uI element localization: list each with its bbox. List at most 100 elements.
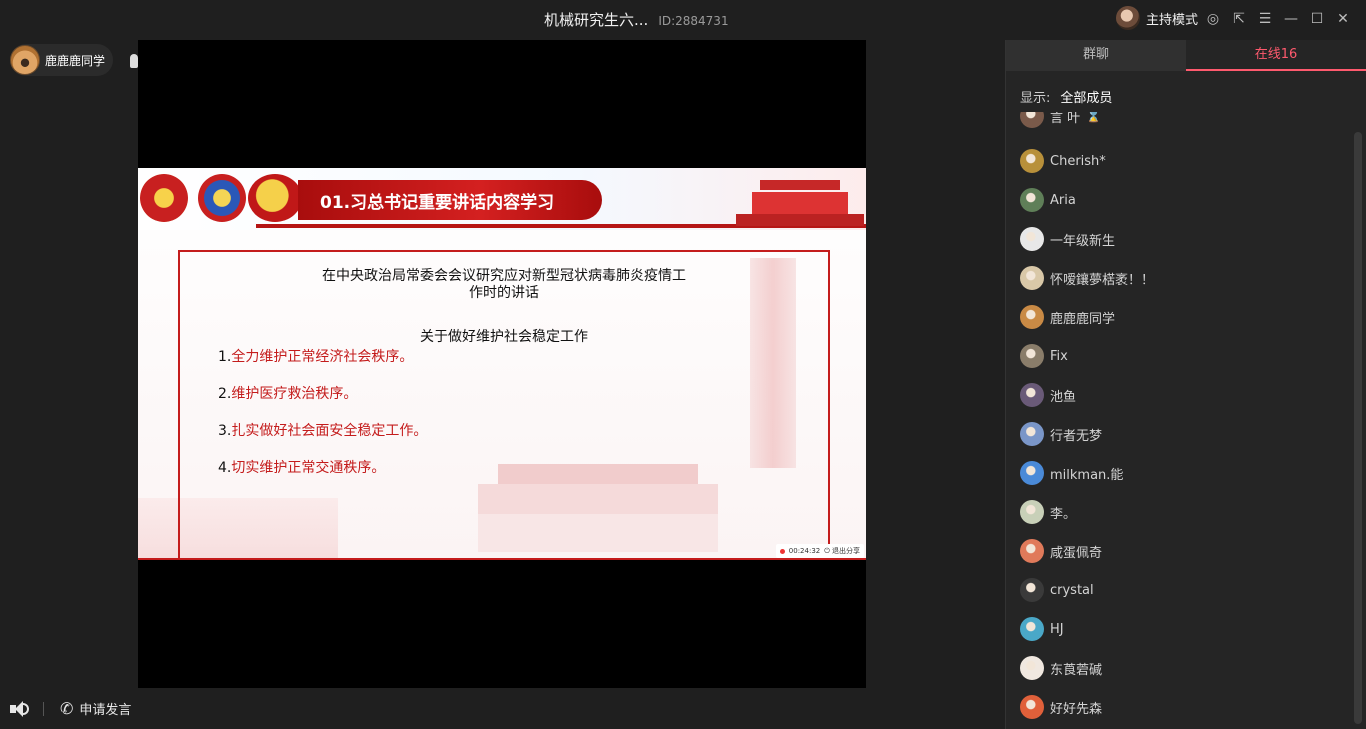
member-name: 东莨菪碱 <box>1050 662 1103 678</box>
cppcc-emblem-icon <box>198 174 246 222</box>
popout-icon[interactable]: ⇱ <box>1230 10 1248 28</box>
member-name: milkman.能 <box>1050 467 1124 483</box>
member-name: 好好先森 <box>1050 701 1103 717</box>
member-list-item[interactable]: HJ <box>1020 616 1064 642</box>
shared-slide: 01.习总书记重要讲话内容学习 在中央政治局常委会会议研究应对新型冠状病毒肺炎疫… <box>138 168 866 560</box>
exit-share-button[interactable]: ⏻ 退出分享 <box>824 546 860 556</box>
member-list: 言 叶 ⌛ Cherish* Aria 一年级新生怀嗳鑲夢楛袤！！ 鹿鹿鹿同学 Fix 池鱼行… <box>1020 112 1350 729</box>
minimize-icon[interactable]: — <box>1282 10 1300 28</box>
recording-dot-icon <box>779 548 785 554</box>
apply-to-speak-button[interactable]: ✆ 申请发言 <box>60 699 131 718</box>
current-speaker-chip[interactable]: 鹿鹿鹿同学 <box>10 44 114 76</box>
window-title-area: 机械研究生六... ID:2884731 <box>544 9 729 30</box>
mic-icon <box>130 53 138 68</box>
member-list-item[interactable]: 池鱼 <box>1020 382 1076 408</box>
member-list-item[interactable]: 一年级新生 <box>1020 226 1115 252</box>
member-list-item[interactable]: 怀嗳鑲夢楛袤！！ <box>1020 265 1154 291</box>
member-list-item[interactable]: crystal <box>1020 577 1094 603</box>
member-list-item[interactable]: 好好先森 <box>1020 694 1102 720</box>
window-controls: ◎ ⇱ ☰ — ☐ ✕ <box>1204 10 1352 28</box>
filter-label: 显示: <box>1020 91 1051 106</box>
tab-online-members[interactable]: 在线16 <box>1186 40 1366 71</box>
recording-time: 00:24:32 <box>788 547 821 555</box>
speaker-icon[interactable] <box>10 700 30 718</box>
slide-banner: 01.习总书记重要讲话内容学习 <box>298 180 602 220</box>
panel-tabs: 群聊 在线16 <box>1006 40 1366 71</box>
apply-to-speak-label: 申请发言 <box>79 703 132 718</box>
member-list-item[interactable]: 东莨菪碱 <box>1020 655 1102 681</box>
member-avatar <box>1020 500 1044 524</box>
member-avatar <box>1020 266 1044 290</box>
member-name: 一年级新生 <box>1050 233 1116 249</box>
member-list-item[interactable]: milkman.能 <box>1020 460 1123 486</box>
member-avatar <box>1020 344 1044 368</box>
party-emblem-icon <box>248 174 302 222</box>
member-name: 池鱼 <box>1050 389 1077 405</box>
slide-item: 2.维护医疗救治秩序。 <box>218 386 358 402</box>
toolbar-divider <box>43 702 44 716</box>
bottom-toolbar: ✆ 申请发言 <box>0 688 1005 729</box>
member-name: 咸蛋佩奇 <box>1050 545 1103 561</box>
menu-icon[interactable]: ☰ <box>1256 10 1274 28</box>
tab-group-chat[interactable]: 群聊 <box>1006 40 1186 71</box>
slide-subheading: 关于做好维护社会稳定工作 <box>420 329 588 345</box>
member-name: 鹿鹿鹿同学 <box>1050 311 1116 327</box>
side-panel: 群聊 在线16 显示: 全部成员 言 叶 ⌛ Cherish* Aria 一年级新生怀嗳… <box>1005 40 1366 729</box>
member-avatar <box>1020 383 1044 407</box>
member-list-item[interactable]: 行者无梦 <box>1020 421 1102 447</box>
member-list-item[interactable]: 言 叶 ⌛ <box>1020 112 1101 129</box>
slide-footer-line <box>138 558 866 560</box>
user-avatar <box>10 45 40 75</box>
current-speaker-name: 鹿鹿鹿同学 <box>45 53 106 68</box>
member-name: Fix <box>1050 348 1068 364</box>
host-mode-toggle[interactable]: 主持模式 <box>1116 6 1198 30</box>
member-name: 言 叶 <box>1050 112 1081 126</box>
member-list-item[interactable]: 鹿鹿鹿同学 <box>1020 304 1115 330</box>
tiananmen-icon <box>736 172 864 226</box>
maximize-icon[interactable]: ☐ <box>1308 10 1326 28</box>
member-name: Cherish* <box>1050 153 1106 169</box>
member-list-item[interactable]: Aria <box>1020 187 1076 213</box>
member-avatar <box>1020 539 1044 563</box>
slide-banner-text: 01.习总书记重要讲话内容学习 <box>320 192 555 213</box>
member-list-item[interactable]: Cherish* <box>1020 148 1106 174</box>
member-name: crystal <box>1050 582 1094 598</box>
slide-item: 3.扎实做好社会面安全稳定工作。 <box>218 423 428 439</box>
slide-heading: 在中央政治局常委会会议研究应对新型冠状病毒肺炎疫情工 作时的讲话 <box>178 268 830 302</box>
video-area: 01.习总书记重要讲话内容学习 在中央政治局常委会会议研究应对新型冠状病毒肺炎疫… <box>138 40 866 688</box>
slide-heading-line2: 作时的讲话 <box>469 285 539 301</box>
member-avatar <box>1020 617 1044 641</box>
host-mode-label: 主持模式 <box>1146 12 1199 28</box>
phone-icon: ✆ <box>60 699 74 718</box>
member-avatar <box>1020 578 1044 602</box>
slide-item: 1.全力维护正常经济社会秩序。 <box>218 349 414 365</box>
member-filter[interactable]: 显示: 全部成员 <box>1020 87 1112 106</box>
member-list-item[interactable]: 李。 <box>1020 499 1076 525</box>
member-avatar <box>1020 656 1044 680</box>
settings-icon[interactable]: ◎ <box>1204 10 1222 28</box>
member-avatar <box>1020 227 1044 251</box>
member-avatar <box>1020 188 1044 212</box>
member-avatar <box>1020 112 1044 128</box>
member-name: HJ <box>1050 621 1064 637</box>
member-name: 怀嗳鑲夢楛袤！！ <box>1050 272 1155 288</box>
member-name: 李。 <box>1050 506 1077 522</box>
member-list-item[interactable]: 咸蛋佩奇 <box>1020 538 1102 564</box>
title-bar: 机械研究生六... ID:2884731 主持模式 ◎ ⇱ ☰ — ☐ ✕ <box>0 0 1366 38</box>
slide-heading-line1: 在中央政治局常委会会议研究应对新型冠状病毒肺炎疫情工 <box>322 268 686 284</box>
member-avatar <box>1020 305 1044 329</box>
slide-item: 4.切实维护正常交通秩序。 <box>218 460 386 476</box>
member-name: Aria <box>1050 192 1076 208</box>
member-list-item[interactable]: Fix <box>1020 343 1068 369</box>
member-avatar <box>1020 422 1044 446</box>
window-title: 机械研究生六... <box>544 11 649 29</box>
member-list-scrollbar[interactable] <box>1354 132 1362 724</box>
recording-bar: 00:24:32 ⏻ 退出分享 <box>775 544 864 558</box>
member-avatar <box>1020 695 1044 719</box>
member-avatar <box>1020 461 1044 485</box>
member-avatar <box>1020 149 1044 173</box>
room-id: ID:2884731 <box>658 14 729 28</box>
close-icon[interactable]: ✕ <box>1334 10 1352 28</box>
hourglass-icon: ⌛ <box>1086 112 1102 123</box>
member-name: 行者无梦 <box>1050 428 1103 444</box>
